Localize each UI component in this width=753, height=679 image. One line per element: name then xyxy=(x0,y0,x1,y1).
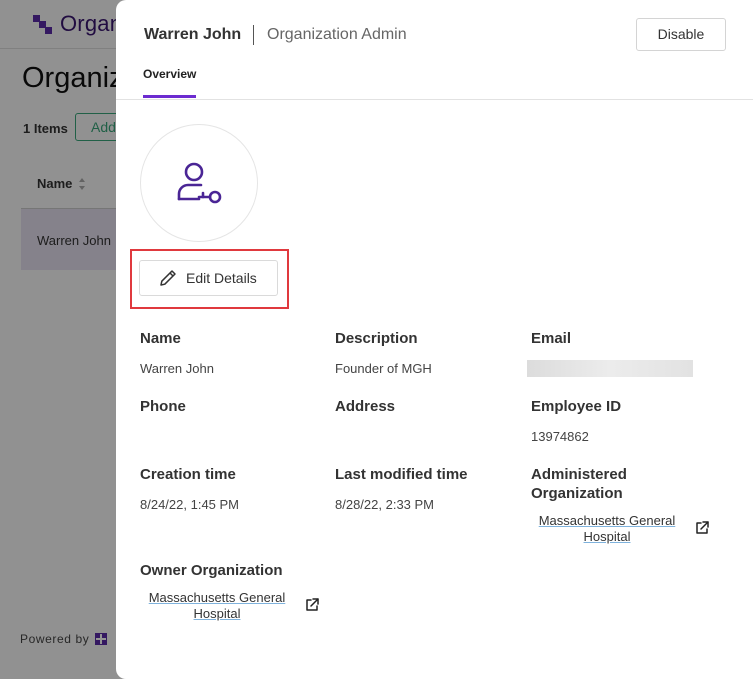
phone-label: Phone xyxy=(140,398,186,415)
owner-org-link-line2: Hospital xyxy=(193,606,241,621)
avatar xyxy=(140,124,258,242)
email-value-redacted xyxy=(527,360,693,377)
description-label: Description xyxy=(335,330,418,347)
owner-org-label: Owner Organization xyxy=(140,562,283,579)
header-separator xyxy=(253,25,254,45)
name-label: Name xyxy=(140,330,181,347)
creation-time-label: Creation time xyxy=(140,466,236,483)
pencil-icon xyxy=(160,270,176,286)
last-modified-label: Last modified time xyxy=(335,466,468,483)
administered-org-label-line1: Administered xyxy=(531,466,627,483)
administered-org-label-line2: Organization xyxy=(531,485,623,502)
disable-button[interactable]: Disable xyxy=(636,18,726,51)
owner-org-link[interactable]: Massachusetts General Hospital xyxy=(139,590,295,622)
user-details-drawer: Warren John Organization Admin Disable O… xyxy=(116,0,753,679)
drawer-user-role: Organization Admin xyxy=(267,26,407,43)
email-label: Email xyxy=(531,330,572,347)
drawer-user-name: Warren John xyxy=(144,26,242,43)
tab-overview[interactable]: Overview xyxy=(143,67,197,98)
description-value: Founder of MGH xyxy=(335,361,432,376)
address-label: Address xyxy=(335,398,396,415)
administered-org-link-line1: Massachusetts General xyxy=(538,513,676,528)
name-value: Warren John xyxy=(140,361,214,376)
user-key-icon xyxy=(177,162,222,204)
administered-org-link-line2: Hospital xyxy=(583,529,631,544)
employee-id-value: 13974862 xyxy=(531,429,589,444)
employee-id-label: Employee ID xyxy=(531,398,622,415)
last-modified-value: 8/28/22, 2:33 PM xyxy=(335,497,435,512)
tabs-divider xyxy=(116,99,753,100)
external-link-icon[interactable] xyxy=(304,597,320,613)
edit-details-button[interactable]: Edit Details xyxy=(139,260,278,296)
administered-org-link[interactable]: Massachusetts General Hospital xyxy=(529,513,685,545)
edit-details-label: Edit Details xyxy=(186,270,257,286)
administered-org-label: Administered Organization xyxy=(531,465,627,503)
external-link-icon[interactable] xyxy=(694,520,710,536)
owner-org-link-line1: Massachusetts General xyxy=(148,590,286,605)
creation-time-value: 8/24/22, 1:45 PM xyxy=(140,497,240,512)
